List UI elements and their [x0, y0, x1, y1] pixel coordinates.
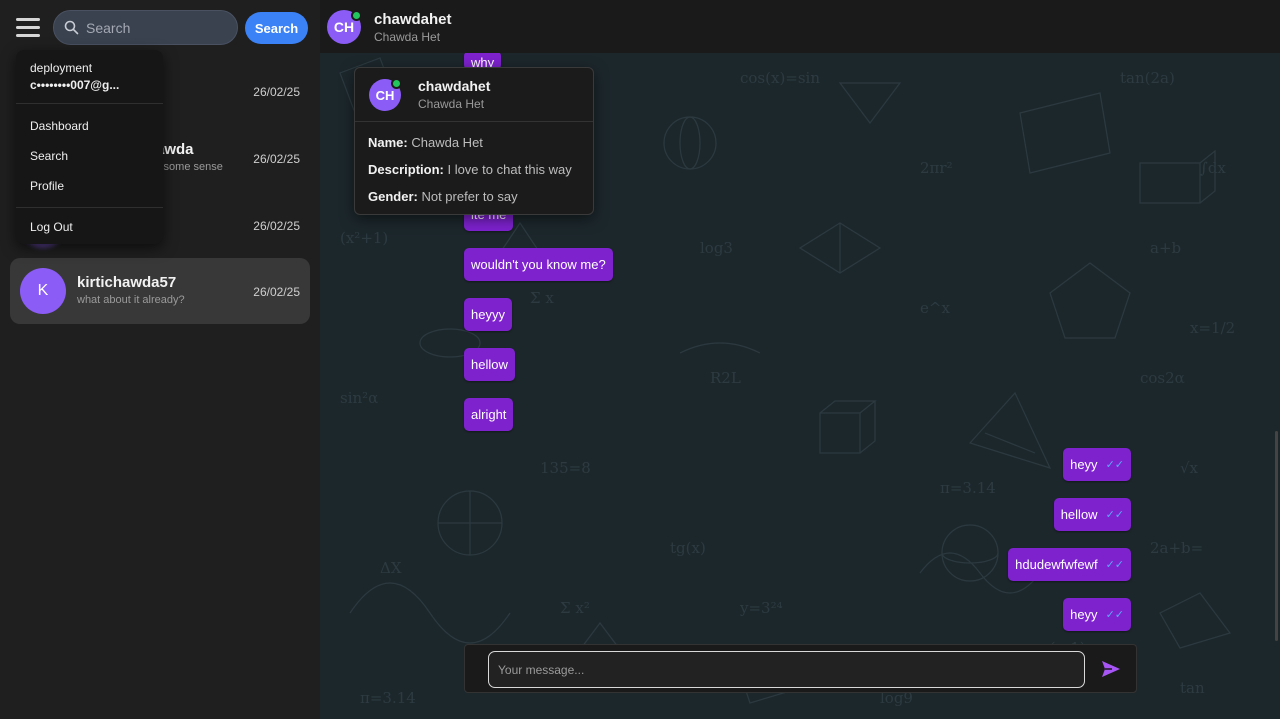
- svg-text:135=8: 135=8: [540, 459, 591, 477]
- svg-text:x=1/2: x=1/2: [1190, 319, 1235, 337]
- chat-date: 26/02/25: [253, 219, 300, 233]
- svg-text:(x²+1): (x²+1): [340, 229, 388, 247]
- divider: [355, 121, 593, 122]
- message-text: hellow: [471, 357, 508, 372]
- profile-fullname: Chawda Het: [418, 97, 485, 111]
- message-text: heyy: [1070, 457, 1098, 472]
- profile-name-row: Name: Chawda Het: [368, 135, 483, 150]
- profile-name-value: Chawda Het: [411, 135, 483, 150]
- search-button[interactable]: Search: [245, 12, 308, 44]
- online-status-dot: [391, 78, 402, 89]
- profile-description-label: Description:: [368, 162, 444, 177]
- hamburger-menu-icon[interactable]: [16, 18, 40, 38]
- svg-text:sin²α: sin²α: [340, 389, 378, 407]
- message-text: alright: [471, 407, 507, 422]
- message-bubble-received: heyyy: [464, 298, 512, 331]
- chat-date: 26/02/25: [253, 152, 300, 166]
- svg-text:a+b: a+b: [1150, 239, 1181, 257]
- divider: [16, 103, 163, 104]
- chat-contact-fullname: Chawda Het: [374, 30, 441, 44]
- profile-gender-row: Gender: Not prefer to say: [368, 189, 518, 204]
- svg-text:ΔX: ΔX: [380, 559, 402, 577]
- message-text: heyyy: [471, 307, 505, 322]
- chat-contact-name: chawdahet: [374, 11, 452, 28]
- message-text: hellow: [1060, 507, 1098, 522]
- message-bubble-received: alright: [464, 398, 514, 431]
- chat-header: CH chawdahet Chawda Het: [320, 0, 1280, 53]
- profile-gender-label: Gender:: [368, 189, 418, 204]
- chat-preview: what about it already?: [77, 294, 185, 306]
- message-bubble-sent: heyy ✓✓: [1063, 598, 1131, 631]
- avatar: K: [20, 268, 66, 314]
- divider: [16, 207, 163, 208]
- svg-text:π=3.14: π=3.14: [360, 689, 416, 707]
- message-bubble-sent: hellow ✓✓: [1053, 498, 1131, 531]
- message-bubble-sent: hdudewfwfewf ✓✓: [1008, 548, 1131, 581]
- svg-text:R2L: R2L: [710, 369, 741, 387]
- search-box[interactable]: [53, 10, 238, 45]
- svg-text:tan: tan: [1180, 679, 1205, 697]
- sidebar-topbar: Search: [0, 0, 320, 56]
- message-text: heyy: [1070, 607, 1098, 622]
- profile-name-label: Name:: [368, 135, 408, 150]
- double-check-icon: ✓✓: [1105, 509, 1124, 521]
- scrollbar[interactable]: [1275, 431, 1278, 641]
- svg-text:Σ x²: Σ x²: [560, 599, 590, 617]
- profile-description-row: Description: I love to chat this way: [368, 162, 572, 177]
- svg-text:π=3.14: π=3.14: [940, 479, 996, 497]
- profile-username: chawdahet: [418, 78, 491, 94]
- message-bubble-received: wouldn't you know me?: [464, 248, 613, 281]
- chat-list-item[interactable]: K kirtichawda57 what about it already? 2…: [10, 258, 310, 324]
- svg-text:log3: log3: [700, 239, 733, 257]
- chat-preview: s some sense: [155, 161, 223, 173]
- svg-text:2a+b=: 2a+b=: [1150, 539, 1203, 557]
- menu-item-dashboard[interactable]: Dashboard: [30, 119, 89, 133]
- svg-text:tg(x): tg(x): [670, 539, 706, 557]
- menu-item-logout[interactable]: Log Out: [30, 220, 73, 234]
- message-bubble-received: hellow: [464, 348, 515, 381]
- svg-text:cos(x)=sin: cos(x)=sin: [740, 69, 820, 87]
- profile-gender-value: Not prefer to say: [421, 189, 518, 204]
- svg-text:2πr²: 2πr²: [920, 159, 953, 177]
- menu-user-email: c••••••••007@g...: [30, 78, 120, 92]
- menu-item-search[interactable]: Search: [30, 149, 68, 163]
- chat-date: 26/02/25: [253, 285, 300, 299]
- svg-text:√x: √x: [1180, 459, 1199, 477]
- message-bubble-sent: heyy ✓✓: [1063, 448, 1131, 481]
- double-check-icon: ✓✓: [1105, 559, 1124, 571]
- chat-date: 26/02/25: [253, 85, 300, 99]
- send-icon[interactable]: [1101, 660, 1121, 678]
- message-input[interactable]: [488, 651, 1085, 688]
- svg-text:e^x: e^x: [920, 299, 950, 317]
- menu-user-name: deployment: [30, 61, 93, 75]
- search-input[interactable]: [86, 17, 231, 39]
- chat-name: kirtichawda57: [77, 274, 177, 291]
- svg-text:y=3²⁴: y=3²⁴: [739, 599, 783, 617]
- menu-item-profile[interactable]: Profile: [30, 179, 64, 193]
- svg-text:Σ x: Σ x: [530, 289, 554, 307]
- double-check-icon: ✓✓: [1105, 609, 1124, 621]
- svg-text:tan(2a): tan(2a): [1120, 69, 1175, 87]
- svg-text:∫dx: ∫dx: [1200, 159, 1226, 177]
- profile-description-value: I love to chat this way: [447, 162, 572, 177]
- message-composer: [464, 644, 1137, 693]
- message-text: wouldn't you know me?: [471, 257, 606, 272]
- profile-popover: CH chawdahet Chawda Het Name: Chawda Het…: [354, 67, 594, 215]
- online-status-dot: [351, 10, 362, 21]
- double-check-icon: ✓✓: [1105, 459, 1124, 471]
- user-menu: deployment c••••••••007@g... Dashboard S…: [16, 50, 163, 244]
- message-text: hdudewfwfewf: [1015, 557, 1098, 572]
- search-icon: [64, 20, 79, 35]
- svg-text:cos2α: cos2α: [1140, 369, 1185, 387]
